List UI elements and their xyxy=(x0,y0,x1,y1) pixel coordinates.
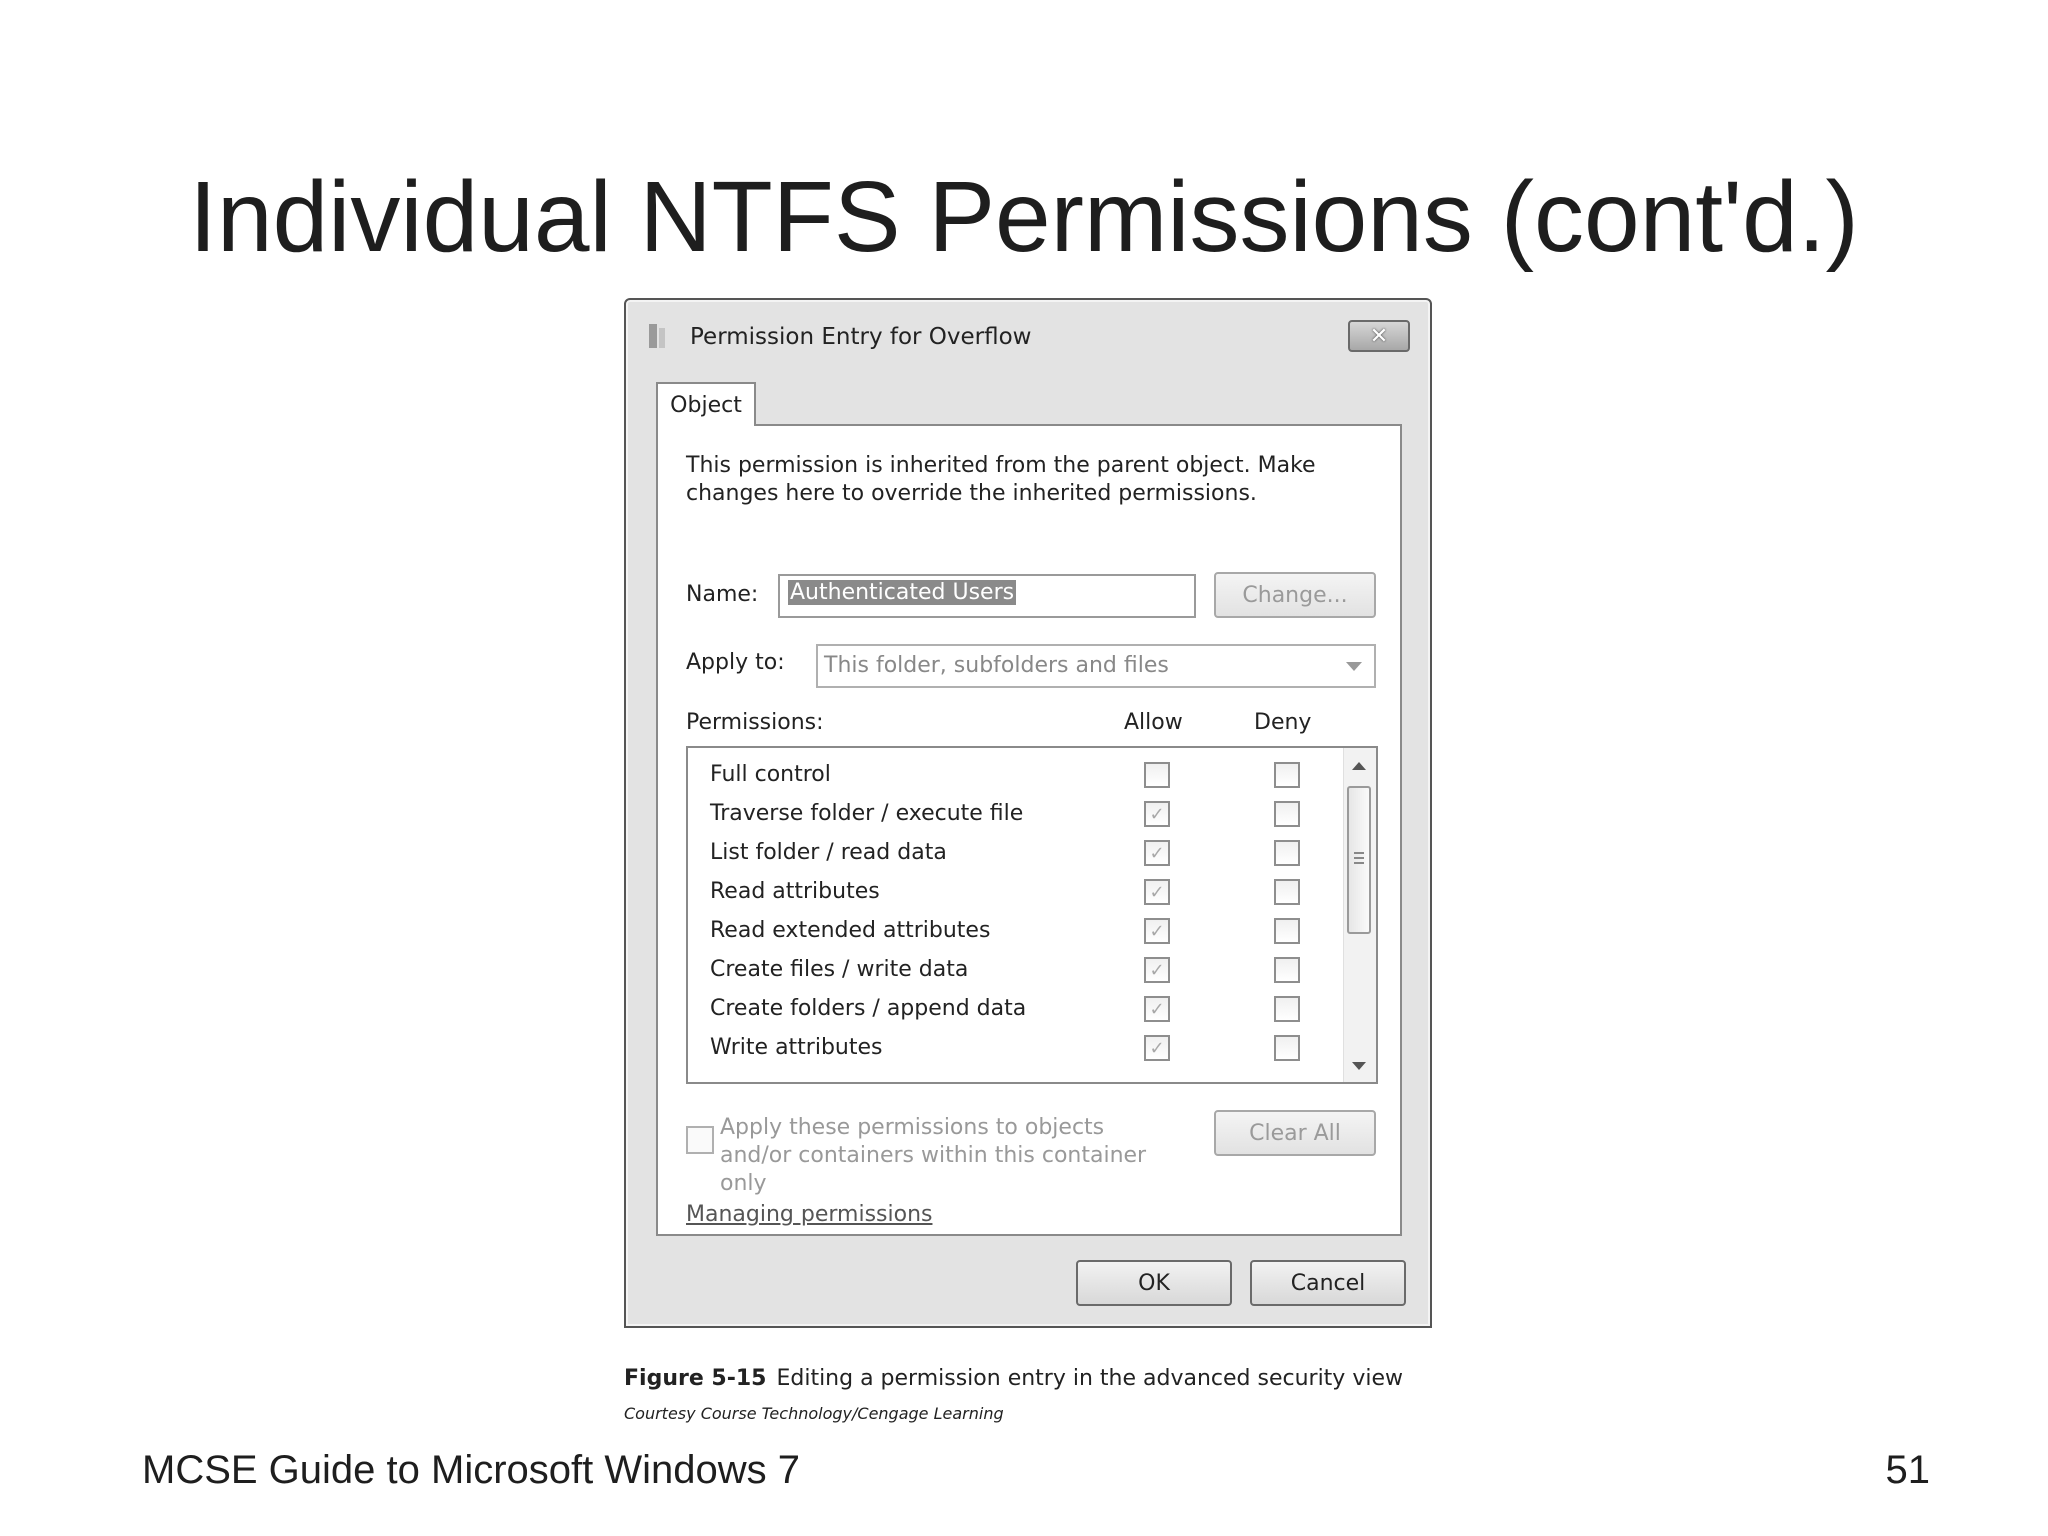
figure-credit: Courtesy Course Technology/Cengage Learn… xyxy=(624,1404,1004,1423)
permission-name: Create files / write data xyxy=(710,957,969,982)
permission-row: Traverse folder / execute file ✓ xyxy=(688,795,1338,834)
object-tab-panel: This permission is inherited from the pa… xyxy=(656,424,1402,1236)
close-button[interactable]: ✕ xyxy=(1348,320,1410,352)
figure-label: Figure 5-15 xyxy=(624,1366,767,1391)
allow-checkbox[interactable]: ✓ xyxy=(1144,957,1170,983)
allow-checkbox[interactable]: ✓ xyxy=(1144,879,1170,905)
figure-caption: Figure 5-15 Editing a permission entry in… xyxy=(624,1366,1403,1391)
deny-checkbox[interactable] xyxy=(1274,1035,1300,1061)
change-button[interactable]: Change... xyxy=(1214,572,1376,618)
managing-permissions-link[interactable]: Managing permissions xyxy=(686,1202,932,1227)
permission-name: List folder / read data xyxy=(710,840,947,865)
name-field-value: Authenticated Users xyxy=(788,580,1017,605)
permission-row: Read extended attributes ✓ xyxy=(688,912,1338,951)
deny-checkbox[interactable] xyxy=(1274,840,1300,866)
footer-course-title: MCSE Guide to Microsoft Windows 7 xyxy=(142,1448,800,1492)
permission-row: List folder / read data ✓ xyxy=(688,834,1338,873)
allow-checkbox[interactable]: ✓ xyxy=(1144,840,1170,866)
allow-column-header: Allow xyxy=(1124,710,1183,735)
inheritance-info-text: This permission is inherited from the pa… xyxy=(686,453,1316,506)
permissions-list: Full control Traverse folder / execute fi… xyxy=(686,746,1378,1084)
permission-row: Create files / write data ✓ xyxy=(688,951,1338,990)
allow-checkbox[interactable]: ✓ xyxy=(1144,996,1170,1022)
tab-object[interactable]: Object xyxy=(656,382,756,426)
apply-to-container-only-label: Apply these permissions to objects and/o… xyxy=(720,1115,1147,1196)
apply-to-label: Apply to: xyxy=(686,650,785,675)
dialog-titlebar: Permission Entry for Overflow ✕ xyxy=(626,300,1430,362)
apply-to-dropdown[interactable]: This folder, subfolders and files xyxy=(816,644,1376,688)
chevron-down-icon xyxy=(1346,662,1362,671)
deny-checkbox[interactable] xyxy=(1274,801,1300,827)
scroll-up-arrow-icon[interactable] xyxy=(1352,762,1366,770)
cancel-button[interactable]: Cancel xyxy=(1250,1260,1406,1306)
name-label: Name: xyxy=(686,582,759,607)
permission-name: Write attributes xyxy=(710,1035,883,1060)
allow-checkbox[interactable] xyxy=(1144,762,1170,788)
permission-name: Create folders / append data xyxy=(710,996,1027,1021)
allow-checkbox[interactable]: ✓ xyxy=(1144,1035,1170,1061)
allow-checkbox[interactable]: ✓ xyxy=(1144,801,1170,827)
name-field[interactable]: Authenticated Users xyxy=(778,574,1196,618)
permission-name: Read attributes xyxy=(710,879,880,904)
deny-checkbox[interactable] xyxy=(1274,918,1300,944)
dialog-title: Permission Entry for Overflow xyxy=(690,324,1032,350)
permission-name: Read extended attributes xyxy=(710,918,991,943)
deny-checkbox[interactable] xyxy=(1274,957,1300,983)
permission-name: Traverse folder / execute file xyxy=(710,801,1024,826)
deny-checkbox[interactable] xyxy=(1274,996,1300,1022)
allow-checkbox[interactable]: ✓ xyxy=(1144,918,1170,944)
page-number: 51 xyxy=(1885,1448,1931,1492)
permission-row: Create folders / append data ✓ xyxy=(688,990,1338,1029)
permission-name: Full control xyxy=(710,762,831,787)
deny-checkbox[interactable] xyxy=(1274,879,1300,905)
permission-row: Write attributes ✓ xyxy=(688,1029,1338,1068)
deny-column-header: Deny xyxy=(1254,710,1312,735)
permissions-label: Permissions: xyxy=(686,710,824,735)
apply-to-value: This folder, subfolders and files xyxy=(824,653,1169,678)
apply-to-container-only-checkbox[interactable] xyxy=(686,1126,714,1154)
slide-title: Individual NTFS Permissions (cont'd.) xyxy=(189,161,1859,273)
close-icon: ✕ xyxy=(1369,323,1389,349)
permission-entry-dialog: Permission Entry for Overflow ✕ Object T… xyxy=(624,298,1432,1328)
deny-checkbox[interactable] xyxy=(1274,762,1300,788)
scroll-down-arrow-icon[interactable] xyxy=(1352,1062,1366,1070)
ok-button[interactable]: OK xyxy=(1076,1260,1232,1306)
permission-row: Read attributes ✓ xyxy=(688,873,1338,912)
folder-icon xyxy=(649,324,665,348)
scrollbar-thumb[interactable] xyxy=(1347,786,1371,934)
permission-row: Full control xyxy=(688,756,1338,795)
clear-all-button[interactable]: Clear All xyxy=(1214,1110,1376,1156)
figure-caption-text: Editing a permission entry in the advanc… xyxy=(776,1366,1403,1391)
permissions-scrollbar[interactable] xyxy=(1343,748,1376,1082)
